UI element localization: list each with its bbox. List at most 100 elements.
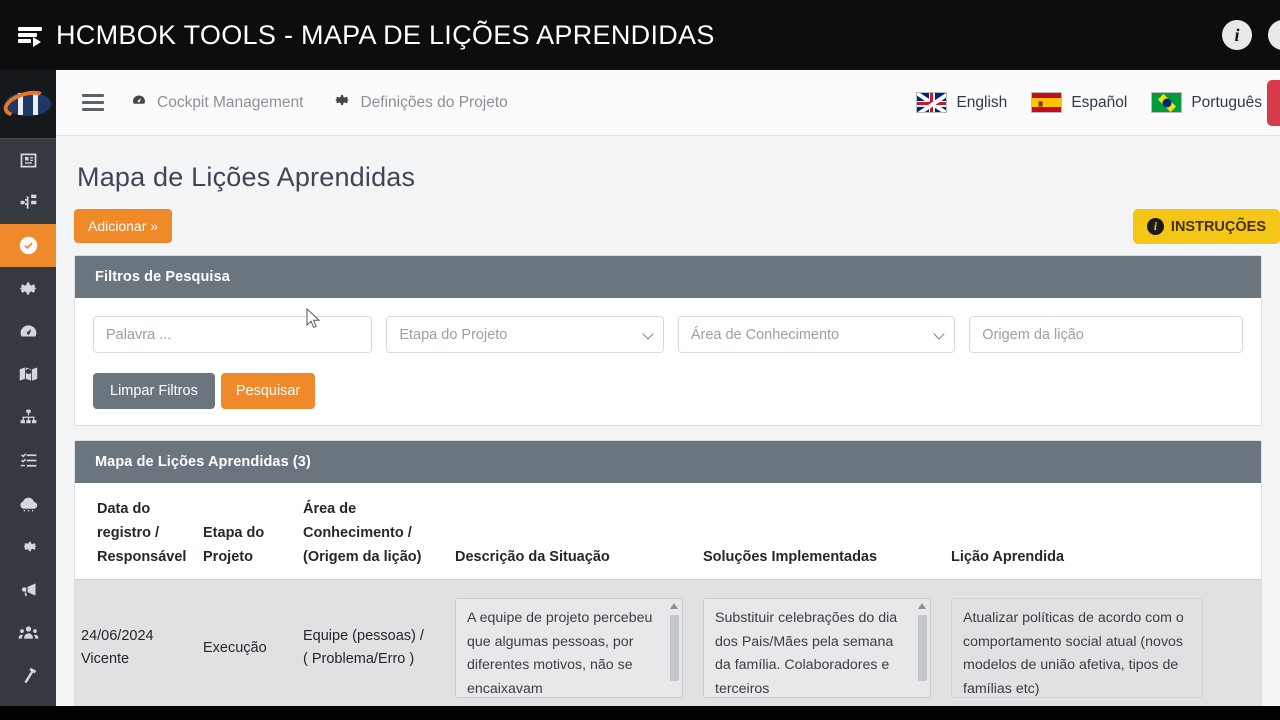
project-stage-select-placeholder: Etapa do Projeto [399, 326, 508, 343]
sidebar-item-hammer[interactable] [0, 654, 56, 697]
filter-buttons: Limpar Filtros Pesquisar [93, 373, 1243, 409]
sidebar-item-org-chart[interactable] [0, 396, 56, 439]
lessons-table: Data do registro / Responsável Etapa do … [75, 483, 1261, 706]
brazil-flag-icon [1151, 92, 1183, 113]
nav-link-cockpit-management[interactable]: Cockpit Management [130, 91, 303, 114]
knowledge-area-name: Equipe (pessoas) / [303, 628, 424, 644]
id-card-icon [18, 150, 39, 171]
nav-link-label: Definições do Projeto [360, 93, 508, 111]
column-header-line: Descrição da Situação [455, 549, 610, 565]
column-header-knowledge-area[interactable]: Área de Conhecimento / (Origem da lição) [297, 497, 449, 569]
sidebar-item-sitemap[interactable] [0, 181, 56, 224]
cell-knowledge-area: Equipe (pessoas) / ( Problema/Erro ) [297, 625, 449, 671]
situation-textbox[interactable]: A equipe de projeto percebeu que algumas… [455, 598, 683, 698]
scrollbar-thumb[interactable] [670, 615, 679, 681]
sort-menu-icon[interactable] [14, 18, 48, 52]
lesson-origin-select[interactable]: Origem da lição [969, 316, 1243, 353]
keyword-input-placeholder: Palavra ... [106, 326, 172, 343]
app-root: HCMBOK TOOLS - MAPA DE LIÇÕES APRENDIDAS… [0, 0, 1280, 720]
info-icon: i [1146, 218, 1164, 235]
column-header-line: (Origem da lição) [303, 549, 422, 565]
column-header-line: Conhecimento / [303, 525, 412, 541]
spain-flag-icon [1031, 92, 1063, 113]
checklist-icon [18, 450, 39, 471]
side-help-tab[interactable] [1267, 80, 1280, 126]
search-button[interactable]: Pesquisar [220, 373, 316, 409]
info-icon[interactable]: i [1222, 20, 1252, 50]
sidebar-item-settings[interactable] [0, 267, 56, 310]
scroll-up-arrow-icon[interactable] [670, 603, 678, 609]
users-icon [18, 622, 39, 643]
sidebar-item-lessons-learned[interactable] [0, 224, 56, 267]
hamburger-icon[interactable] [82, 94, 104, 111]
column-header-line: registro / [97, 525, 160, 541]
column-header-solutions[interactable]: Soluções Implementadas [697, 545, 945, 569]
cog-icon [18, 536, 39, 557]
column-header-line: Data do [97, 501, 151, 517]
language-option-english[interactable]: English [916, 92, 1007, 113]
add-button[interactable]: Adicionar » [74, 209, 173, 243]
org-chart-icon [18, 407, 39, 428]
app-logo[interactable] [0, 70, 56, 138]
nav-link-project-definitions[interactable]: Definições do Projeto [333, 91, 508, 114]
column-header-line: Área de [303, 501, 357, 517]
sidebar-item-id-card[interactable] [0, 138, 56, 181]
record-date: 24/06/2024 [81, 628, 154, 644]
language-label: Português [1191, 93, 1262, 111]
language-label: Español [1071, 93, 1128, 111]
megaphone-icon [18, 579, 39, 600]
cell-project-stage: Execução [203, 639, 267, 656]
scrollbar-thumb[interactable] [918, 615, 927, 681]
cell-date-responsible: 24/06/2024 Vicente [75, 625, 197, 671]
keyword-input[interactable]: Palavra ... [93, 316, 373, 353]
solutions-text: Substituir celebrações do dia dos Pais/M… [715, 610, 898, 697]
instructions-button-label: INSTRUÇÕES [1170, 218, 1266, 235]
lesson-origin-select-placeholder: Origem da lição [982, 326, 1084, 343]
language-option-portuguese[interactable]: Português [1151, 92, 1262, 113]
knowledge-area-select[interactable]: Área de Conhecimento [677, 316, 956, 353]
search-filters-title: Filtros de Pesquisa [75, 256, 1261, 298]
column-header-line: Etapa do [203, 525, 265, 541]
column-header-situation[interactable]: Descrição da Situação [449, 545, 697, 569]
sidebar-rail [0, 70, 56, 706]
lesson-textbox[interactable]: Atualizar políticas de acordo com o comp… [951, 598, 1203, 698]
sidebar-item-map[interactable] [0, 353, 56, 396]
page-body: Mapa de Lições Aprendidas Adicionar » i … [56, 136, 1280, 706]
language-option-spanish[interactable]: Español [1031, 92, 1127, 113]
lesson-origin-name: ( Problema/Erro ) [303, 651, 415, 667]
cell-lesson: Atualizar políticas de acordo com o comp… [945, 598, 1205, 698]
cell-solutions: Substituir celebrações do dia dos Pais/M… [697, 598, 945, 698]
column-header-lesson[interactable]: Lição Aprendida [945, 545, 1205, 569]
window-title: HCMBOK TOOLS - MAPA DE LIÇÕES APRENDIDAS [56, 19, 715, 50]
project-stage-select[interactable]: Etapa do Projeto [386, 316, 664, 353]
sidebar-item-checklist[interactable] [0, 439, 56, 482]
table-row[interactable]: 24/06/2024 Vicente Execução Equipe (pess… [75, 579, 1261, 706]
gear-icon [18, 278, 39, 299]
knowledge-area-select-placeholder: Área de Conhecimento [690, 326, 840, 343]
scroll-up-arrow-icon[interactable] [918, 603, 926, 609]
cell-situation: A equipe de projeto percebeu que algumas… [449, 598, 697, 698]
column-header-line: Soluções Implementadas [703, 549, 878, 565]
clear-filters-button[interactable]: Limpar Filtros [93, 373, 215, 409]
map-icon [18, 364, 39, 385]
top-navigation-bar: Cockpit Management Definições do Projeto [56, 70, 1280, 136]
window-titlebar: HCMBOK TOOLS - MAPA DE LIÇÕES APRENDIDAS… [0, 0, 1280, 70]
chevron-down-icon [933, 328, 945, 340]
uk-flag-icon [916, 92, 948, 113]
instructions-button[interactable]: i INSTRUÇÕES [1132, 209, 1280, 244]
gear-icon [333, 91, 351, 114]
sidebar-item-dashboard[interactable] [0, 310, 56, 353]
lesson-text: Atualizar políticas de acordo com o comp… [963, 610, 1184, 697]
solutions-textbox[interactable]: Substituir celebrações do dia dos Pais/M… [703, 598, 931, 698]
column-header-date-responsible[interactable]: Data do registro / Responsável [75, 497, 197, 569]
column-header-line: Lição Aprendida [951, 549, 1065, 565]
sidebar-item-users[interactable] [0, 611, 56, 654]
column-header-project-stage[interactable]: Etapa do Projeto [197, 521, 297, 569]
sidebar-item-megaphone[interactable] [0, 568, 56, 611]
search-filters-body: Palavra ... Etapa do Projeto Área de Con… [75, 298, 1261, 425]
sidebar-item-cloud[interactable] [0, 482, 56, 525]
nav-link-label: Cockpit Management [157, 93, 304, 111]
sidebar-item-cog[interactable] [0, 525, 56, 568]
search-filters-panel: Filtros de Pesquisa Palavra ... Etapa do… [74, 255, 1262, 426]
page-actions: Adicionar » i INSTRUÇÕES [74, 193, 1280, 255]
